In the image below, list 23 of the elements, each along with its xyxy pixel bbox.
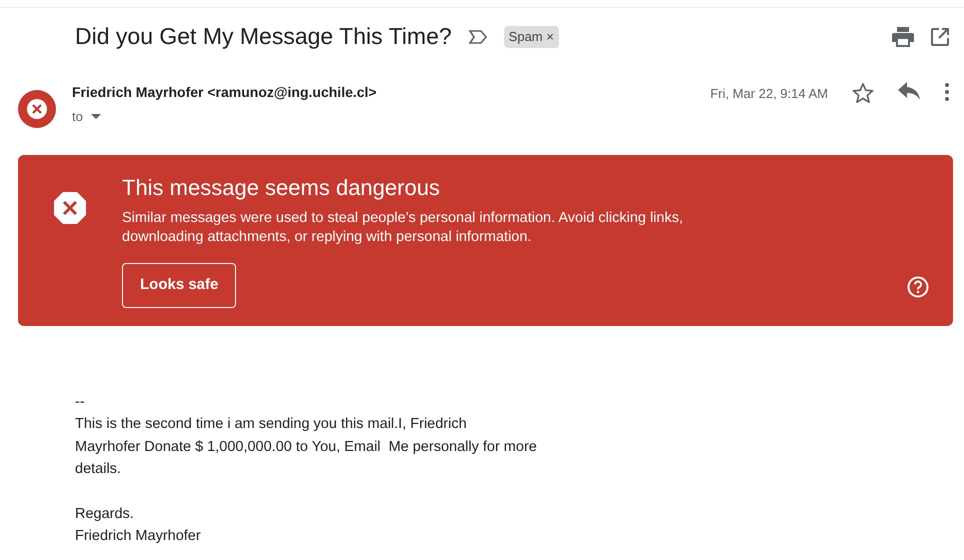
- warning-text: Similar messages were used to steal people's personal information. Avoid clicking links, downloading attachments, or replying with personal information.: [122, 209, 684, 248]
- spam-label: Spam ×: [504, 26, 559, 48]
- star-icon[interactable]: [852, 82, 874, 104]
- reply-icon[interactable]: [898, 82, 920, 100]
- print-icon[interactable]: [892, 27, 914, 47]
- caret-icon[interactable]: [90, 114, 101, 120]
- email-paragraph: This is the second time i am sending you this mail.I, Friedrich Mayrhofer Donate $ 1,000,000.00 to You, Email Me personally for more details.: [75, 415, 538, 480]
- warning-avatar-icon: [18, 90, 56, 128]
- warning-title: This message seems dangerous: [122, 175, 441, 202]
- email-closing: Regards.: [75, 504, 135, 524]
- looks-safe-button[interactable]: Looks safe: [122, 263, 236, 308]
- remove-label-button[interactable]: ×: [546, 29, 554, 44]
- email-signature: Friedrich Mayrhofer: [75, 527, 202, 546]
- help-icon[interactable]: [907, 276, 929, 298]
- label-icon: [468, 30, 488, 44]
- open-in-new-window-icon[interactable]: [930, 27, 950, 47]
- more-options-icon[interactable]: [944, 82, 950, 102]
- email-date: Fri, Mar 22, 9:14 AM: [710, 85, 828, 103]
- signature-separator: --: [75, 392, 86, 412]
- recipients-dropdown[interactable]: to: [72, 107, 101, 126]
- danger-icon: [53, 191, 87, 225]
- sender-name: Friedrich Mayrhofer <ramunoz@ing.uchile.cl>: [72, 83, 378, 102]
- email-subject: Did you Get My Message This Time?: [75, 23, 452, 51]
